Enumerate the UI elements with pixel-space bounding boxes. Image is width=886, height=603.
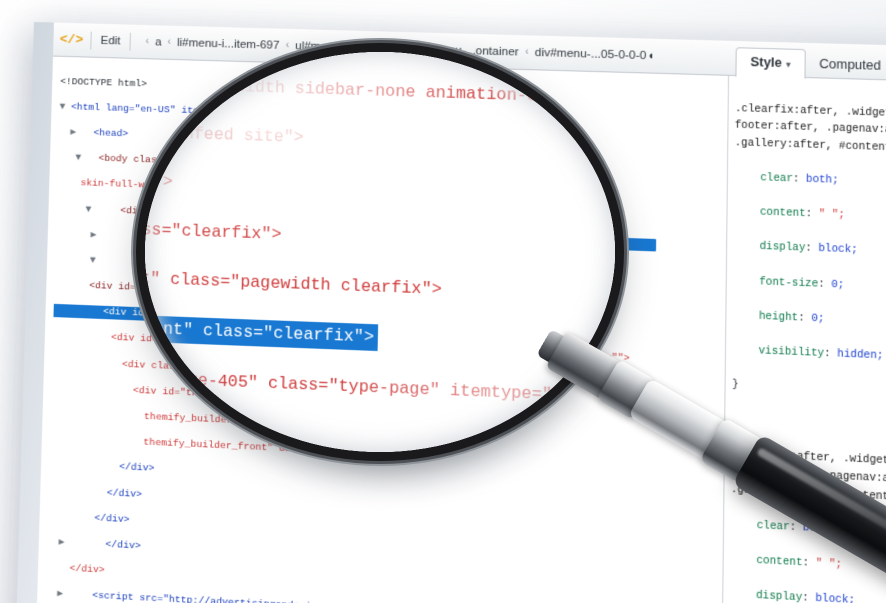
css-declaration: content: " "; bbox=[734, 204, 886, 229]
breadcrumb-overflow-icon[interactable]: ◖ bbox=[647, 49, 654, 62]
css-block-1: .clearfix:after, .widget li:after, foote… bbox=[732, 84, 886, 440]
style-panel-tabs[interactable]: Style▾ Computed Layout bbox=[735, 41, 886, 83]
css-block-2: .clearfix:after, .widget li:after, foote… bbox=[728, 430, 886, 603]
css-value: block; bbox=[815, 593, 856, 603]
css-declaration: clear: both; bbox=[734, 170, 886, 195]
breadcrumb-item-div-menu-id[interactable]: div#menu-...05-0-0-0 bbox=[535, 46, 647, 61]
screenshot-stage: </> Edit ‹ a ‹ li#menu-i...item-697 ‹ ul… bbox=[0, 0, 886, 603]
css-colon: : bbox=[805, 243, 819, 256]
css-colon: : bbox=[802, 557, 816, 571]
css-value: " "; bbox=[815, 558, 843, 572]
dom-line-text[interactable]: <div id="content" class="clearfix"> bbox=[53, 304, 313, 328]
css-prop: display bbox=[759, 241, 806, 256]
dom-line-text: <div id="body" class="clearfix"> bbox=[101, 254, 325, 275]
dom-line-text: <div id="headerwrap"> bbox=[102, 229, 261, 247]
breadcrumb-edit-button[interactable]: Edit bbox=[100, 34, 120, 47]
css-declaration: display: block; bbox=[730, 587, 886, 603]
dom-line-text: <head> bbox=[81, 126, 129, 140]
css-colon: : bbox=[805, 209, 819, 221]
dom-line-text: </div> bbox=[46, 561, 105, 576]
css-selector[interactable]: .clearfix:after, .widget li:after, foote… bbox=[735, 101, 886, 160]
dom-line-text: </div> bbox=[70, 536, 141, 552]
css-block-close: } bbox=[731, 379, 739, 392]
chevron-down-icon[interactable]: ▾ bbox=[786, 60, 790, 69]
breadcrumb-divider-2 bbox=[129, 32, 131, 51]
tab-style[interactable]: Style ▾ bbox=[735, 47, 806, 80]
style-rules-pane[interactable]: .clearfix:after, .widget li:after, foote… bbox=[720, 75, 886, 603]
dom-line-text: <div id="pagewrap" class="hfeed site"> bbox=[97, 203, 344, 224]
tab-style-label: Style bbox=[750, 54, 783, 71]
breadcrumb-arrow-icon-3: ‹ bbox=[404, 43, 409, 55]
css-colon: : bbox=[802, 593, 816, 603]
breadcrumb-arrow-icon-4: ‹ bbox=[524, 46, 529, 58]
css-prop: font-size bbox=[759, 276, 819, 291]
css-prop: content bbox=[756, 555, 803, 570]
css-colon: : bbox=[824, 348, 838, 361]
css-value: both; bbox=[802, 522, 836, 536]
css-prop: clear bbox=[756, 520, 790, 534]
dom-line-text: skin-full-wrap gecko not-ie default_widt… bbox=[57, 176, 488, 203]
disclosure-triangle-icon[interactable]: ▼ bbox=[58, 151, 87, 163]
css-colon: : bbox=[789, 522, 803, 535]
devtools-window: </> Edit ‹ a ‹ li#menu-i...item-697 ‹ ul… bbox=[14, 22, 886, 603]
dom-line-text: <html lang="en-US" itemtype="http://sche… bbox=[70, 101, 477, 125]
disclosure-triangle-icon[interactable]: ▶ bbox=[47, 536, 71, 548]
css-declaration: height: 0; bbox=[733, 308, 886, 334]
disclosure-triangle-icon[interactable]: ▼ bbox=[55, 253, 102, 266]
dom-code-block: <!DOCTYPE html> ▼ <html lang="en-US" ite… bbox=[38, 63, 723, 603]
dom-line-text: <div class="page-content entry-content" … bbox=[52, 355, 497, 386]
breadcrumb-item-div-menu-container[interactable]: div.menu-...ontainer bbox=[414, 43, 519, 58]
css-prop: visibility bbox=[758, 345, 825, 361]
css-declaration: font-size: 0; bbox=[733, 274, 886, 300]
tab-computed[interactable]: Computed bbox=[805, 50, 886, 80]
dom-line-text: </div> bbox=[47, 509, 130, 526]
disclosure-triangle-icon[interactable]: ▼ bbox=[59, 101, 71, 112]
breadcrumb-item-ul-menu[interactable]: ul#menu-s....default bbox=[295, 40, 399, 55]
breadcrumb-item-li-menu[interactable]: li#menu-i...item-697 bbox=[177, 36, 280, 51]
breadcrumb-item-a[interactable]: a bbox=[155, 36, 162, 48]
css-prop: content bbox=[759, 207, 806, 221]
breadcrumb-divider bbox=[90, 31, 92, 50]
dom-tree-pane[interactable]: <!DOCTYPE html> ▼ <html lang="en-US" ite… bbox=[35, 56, 724, 603]
dom-line-text: <!DOCTYPE html> bbox=[60, 75, 148, 90]
disclosure-triangle-icon[interactable]: ▶ bbox=[56, 228, 103, 241]
css-value: block; bbox=[818, 244, 858, 257]
code-logo-icon: </> bbox=[59, 31, 84, 48]
css-declaration: visibility: hidden; bbox=[732, 343, 886, 370]
css-colon: : bbox=[792, 174, 807, 186]
dom-line-text: </div> bbox=[49, 458, 155, 475]
css-selector[interactable]: .clearfix:after, .widget li:after, foote… bbox=[731, 447, 886, 510]
disclosure-triangle-icon[interactable]: ▶ bbox=[59, 126, 82, 138]
css-prop: clear bbox=[760, 172, 793, 186]
css-colon: : bbox=[798, 312, 812, 325]
dom-line-text: </div> bbox=[48, 483, 143, 500]
breadcrumb-arrow-icon-2: ‹ bbox=[285, 39, 290, 52]
dom-line-text: <body class="page page-template-default" bbox=[86, 152, 333, 172]
css-declaration: content: " "; bbox=[730, 552, 886, 581]
css-prop: height bbox=[758, 311, 799, 325]
css-value: 0; bbox=[811, 313, 825, 326]
disclosure-triangle-icon[interactable]: ▼ bbox=[56, 202, 97, 215]
breadcrumb-arrow-icon-0: ‹ bbox=[145, 36, 150, 48]
dom-line-text: <div id="layout" class="pagewidth clearf… bbox=[54, 278, 348, 302]
css-value: " "; bbox=[818, 209, 846, 222]
css-declaration: clear: both; bbox=[730, 517, 886, 546]
css-declaration: display: block; bbox=[733, 239, 886, 265]
dom-line-text: themify_builder_content-405 themify_buil… bbox=[50, 406, 399, 434]
css-value: both; bbox=[805, 174, 839, 187]
dom-line-text: themify_builder_front" data-postid="405"… bbox=[49, 432, 387, 459]
breadcrumb-arrow-icon-1: ‹ bbox=[167, 36, 172, 48]
disclosure-triangle-icon[interactable]: ▶ bbox=[45, 587, 69, 600]
css-colon: : bbox=[818, 278, 832, 291]
css-value: 0; bbox=[831, 279, 845, 292]
dom-line-text: <div id="themify_builder_content-405" cl… bbox=[51, 380, 538, 414]
css-value: hidden; bbox=[837, 349, 884, 363]
css-prop: display bbox=[755, 590, 803, 603]
